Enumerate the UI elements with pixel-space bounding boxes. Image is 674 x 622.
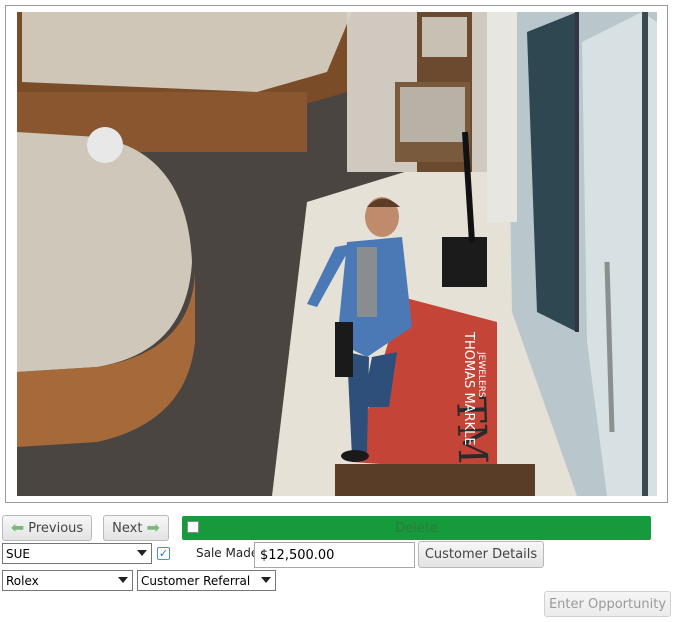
source-select[interactable]: Customer Referral xyxy=(137,570,276,591)
arrow-left-icon: ⬅ xyxy=(10,518,25,537)
brand-value: Rolex xyxy=(6,573,39,588)
previous-button[interactable]: ⬅ Previous xyxy=(2,515,92,541)
camera-image: TM THOMAS MARKLE JEWELERS xyxy=(17,12,657,496)
arrow-right-icon: ➡ xyxy=(146,518,160,537)
source-value: Customer Referral xyxy=(141,573,251,588)
mat-brand-sub: JEWELERS xyxy=(476,351,486,398)
sale-made-label: Sale Made xyxy=(196,546,259,560)
sale-amount-value: $12,500.00 xyxy=(260,547,335,563)
chevron-down-icon xyxy=(137,550,147,556)
brand-select[interactable]: Rolex xyxy=(2,570,133,591)
chevron-down-icon xyxy=(261,577,271,583)
previous-label: Previous xyxy=(28,520,84,536)
next-label: Next xyxy=(112,520,143,536)
customer-details-button[interactable]: Customer Details xyxy=(418,541,544,568)
enter-opportunity-button[interactable]: Enter Opportunity xyxy=(544,591,671,617)
salesperson-value: SUE xyxy=(6,546,30,561)
progress-label: Delete xyxy=(395,520,438,536)
next-button[interactable]: Next ➡ xyxy=(103,515,169,541)
camera-frame: TM THOMAS MARKLE JEWELERS xyxy=(5,5,668,503)
progress-checkbox[interactable] xyxy=(187,521,199,533)
salesperson-select[interactable]: SUE xyxy=(2,543,152,564)
sale-amount-input[interactable]: $12,500.00 xyxy=(254,542,415,568)
enter-opportunity-label: Enter Opportunity xyxy=(548,596,667,612)
customer-details-label: Customer Details xyxy=(424,547,538,562)
mat-brand: THOMAS MARKLE xyxy=(461,331,476,446)
progress-bar[interactable]: Delete xyxy=(182,516,651,540)
chevron-down-icon xyxy=(118,577,128,583)
sale-made-checkbox[interactable]: ✓ xyxy=(157,547,170,560)
